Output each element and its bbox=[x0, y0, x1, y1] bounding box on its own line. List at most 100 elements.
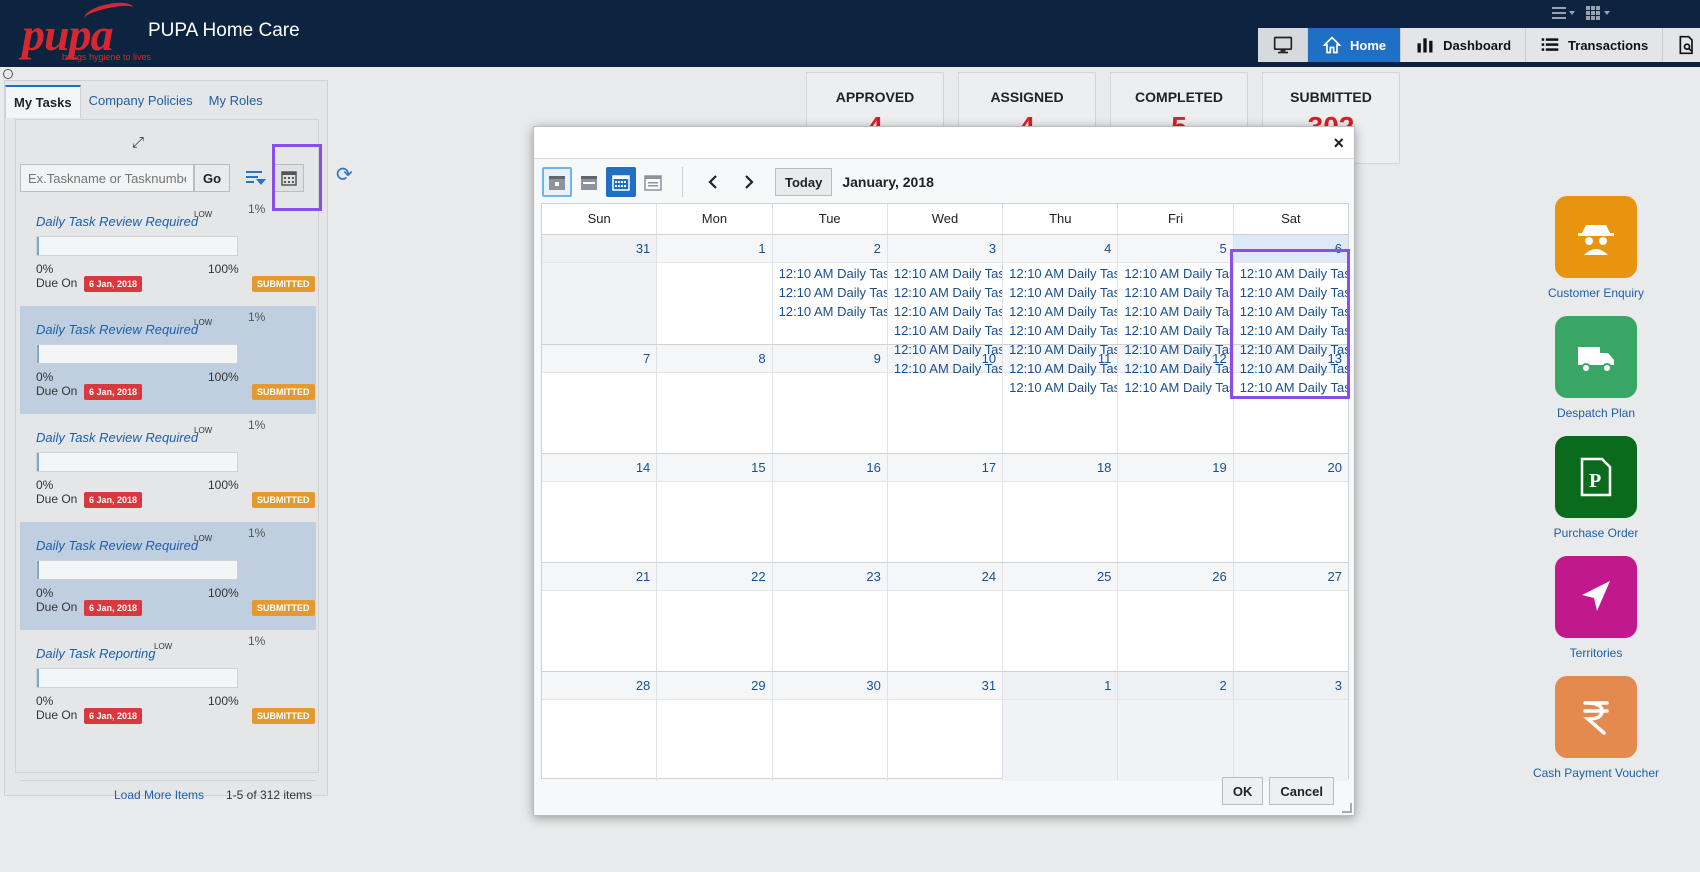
next-month-button[interactable] bbox=[731, 167, 767, 197]
calendar-day-cell[interactable]: 17 bbox=[887, 454, 1004, 562]
calendar-day-cell[interactable]: 15 bbox=[657, 454, 773, 562]
task-title-link[interactable]: Daily Task Reporting bbox=[36, 646, 155, 661]
day-number-link[interactable]: 15 bbox=[657, 454, 772, 482]
calendar-day-cell[interactable]: 30 bbox=[772, 672, 888, 781]
calendar-event[interactable]: 12:10 AM Daily Task bbox=[888, 359, 1002, 378]
nav-reports-button[interactable]: R bbox=[1663, 28, 1700, 62]
day-number-link[interactable]: 2 bbox=[1118, 672, 1233, 700]
calendar-day-cell[interactable]: 2 bbox=[1118, 672, 1234, 781]
calendar-day-cell[interactable]: 21 bbox=[542, 563, 658, 671]
calendar-day-cell[interactable]: 19 bbox=[1118, 454, 1234, 562]
calendar-day-cell[interactable]: 8 bbox=[657, 345, 773, 453]
calendar-event[interactable]: 12:10 AM Daily Task bbox=[1118, 264, 1232, 283]
day-number-link[interactable]: 16 bbox=[772, 454, 887, 482]
day-number-link[interactable]: 8 bbox=[657, 345, 772, 373]
calendar-day-cell[interactable]: 3 bbox=[1233, 672, 1348, 781]
task-title-link[interactable]: Daily Task Review Required bbox=[36, 430, 198, 445]
calendar-day-cell[interactable]: 25 bbox=[1003, 563, 1119, 671]
filter-list-icon[interactable] bbox=[246, 170, 266, 188]
day-number-link[interactable]: 3 bbox=[887, 235, 1003, 263]
calendar-event[interactable]: 12:10 AM Daily Task bbox=[1118, 378, 1232, 397]
month-view-button[interactable] bbox=[606, 167, 636, 197]
day-number-link[interactable]: 5 bbox=[1118, 235, 1233, 263]
calendar-event[interactable]: 12:10 AM Daily Task bbox=[773, 264, 887, 283]
day-number-link[interactable]: 19 bbox=[1118, 454, 1233, 482]
day-number-link[interactable]: 14 bbox=[542, 454, 657, 482]
quick-link-despatch-plan[interactable]: Despatch Plan bbox=[1516, 316, 1676, 420]
day-number-link[interactable]: 29 bbox=[657, 672, 772, 700]
calendar-event[interactable]: 12:10 AM Daily Task bbox=[888, 264, 1002, 283]
calendar-event[interactable]: 12:10 AM Daily Task bbox=[888, 283, 1002, 302]
calendar-day-cell[interactable]: 9 bbox=[772, 345, 888, 453]
refresh-icon[interactable]: ⟳ bbox=[336, 162, 353, 187]
day-number-link[interactable]: 31 bbox=[542, 235, 657, 263]
load-more-link[interactable]: Load More Items bbox=[114, 788, 204, 802]
calendar-event[interactable]: 12:10 AM Daily Task bbox=[888, 340, 1002, 359]
calendar-day-cell[interactable]: 1 bbox=[1003, 672, 1119, 781]
day-number-link[interactable]: 20 bbox=[1233, 454, 1348, 482]
calendar-day-cell[interactable]: 31 bbox=[887, 672, 1004, 781]
calendar-day-cell[interactable]: 3 12:10 AM Daily Task 12:10 AM Daily Task 1… bbox=[887, 235, 1004, 376]
day-number-link[interactable]: 9 bbox=[772, 345, 887, 373]
calendar-event[interactable]: 12:10 AM Daily Task bbox=[1003, 302, 1117, 321]
task-title-link[interactable]: Daily Task Review Required bbox=[36, 322, 198, 337]
pupa-logo[interactable]: pupa brings hygiene to lives bbox=[22, 0, 151, 62]
day-number-link[interactable]: 2 bbox=[772, 235, 887, 263]
rupee-icon[interactable] bbox=[1555, 676, 1637, 758]
quick-link-customer-enquiry[interactable]: Customer Enquiry bbox=[1516, 196, 1676, 300]
expand-icon[interactable]: ⤢ bbox=[132, 134, 144, 151]
calendar-day-cell[interactable]: 18 bbox=[1003, 454, 1119, 562]
day-view-button[interactable] bbox=[542, 167, 572, 197]
day-number-link[interactable]: 7 bbox=[542, 345, 657, 373]
quick-link-territories[interactable]: Territories bbox=[1516, 556, 1676, 660]
day-number-link[interactable]: 23 bbox=[772, 563, 887, 591]
calendar-day-cell[interactable]: 28 bbox=[542, 672, 658, 781]
calendar-day-cell[interactable]: 31 bbox=[542, 235, 658, 344]
ok-button[interactable]: OK bbox=[1221, 777, 1264, 805]
list-view-button[interactable] bbox=[638, 167, 668, 197]
p-document-icon[interactable]: P bbox=[1555, 436, 1637, 518]
day-number-link[interactable]: 21 bbox=[542, 563, 657, 591]
quick-link-label[interactable]: Purchase Order bbox=[1516, 526, 1676, 540]
task-title-link[interactable]: Daily Task Review Required bbox=[36, 538, 198, 553]
grid-view-menu-icon[interactable] bbox=[1586, 6, 1612, 23]
day-number-link[interactable]: 22 bbox=[657, 563, 772, 591]
go-button[interactable]: Go bbox=[194, 164, 230, 192]
truck-icon[interactable] bbox=[1555, 316, 1637, 398]
calendar-event[interactable]: 12:10 AM Daily Task bbox=[1118, 321, 1232, 340]
quick-link-label[interactable]: Territories bbox=[1516, 646, 1676, 660]
prev-month-button[interactable] bbox=[695, 167, 731, 197]
task-item[interactable]: 1% Daily Task Review Required LOW 0% 100% Due… bbox=[20, 414, 316, 522]
task-item[interactable]: 1% Daily Task Review Required LOW 0% 100% Due… bbox=[20, 198, 316, 306]
task-title-link[interactable]: Daily Task Review Required bbox=[36, 214, 198, 229]
quick-link-label[interactable]: Cash Payment Voucher bbox=[1516, 766, 1676, 780]
nav-home-button[interactable]: Home bbox=[1308, 28, 1402, 62]
quick-link-label[interactable]: Despatch Plan bbox=[1516, 406, 1676, 420]
day-number-link[interactable]: 27 bbox=[1233, 563, 1348, 591]
calendar-event[interactable]: 12:10 AM Daily Task bbox=[1003, 359, 1117, 378]
calendar-event[interactable]: 12:10 AM Daily Task bbox=[1118, 302, 1232, 321]
navigation-arrow-icon[interactable] bbox=[1555, 556, 1637, 638]
calendar-day-cell[interactable]: 1 bbox=[657, 235, 773, 344]
quick-link-label[interactable]: Customer Enquiry bbox=[1516, 286, 1676, 300]
list-view-menu-icon[interactable] bbox=[1552, 6, 1576, 23]
task-item[interactable]: 1% Daily Task Review Required LOW 0% 100% Due… bbox=[20, 522, 316, 630]
calendar-day-cell[interactable]: 27 bbox=[1233, 563, 1348, 671]
calendar-day-cell[interactable]: 14 bbox=[542, 454, 658, 562]
calendar-day-cell[interactable]: 22 bbox=[657, 563, 773, 671]
calendar-event[interactable]: 12:10 AM Daily Task bbox=[1118, 283, 1232, 302]
calendar-event[interactable]: 12:10 AM Daily Task bbox=[1118, 359, 1232, 378]
calendar-day-cell[interactable]: 24 bbox=[887, 563, 1004, 671]
day-number-link[interactable]: 4 bbox=[1003, 235, 1118, 263]
calendar-event[interactable]: 12:10 AM Daily Task bbox=[1003, 264, 1117, 283]
calendar-day-cell[interactable]: 26 bbox=[1118, 563, 1234, 671]
quick-link-cash-payment-voucher[interactable]: Cash Payment Voucher bbox=[1516, 676, 1676, 780]
day-number-link[interactable]: 18 bbox=[1003, 454, 1118, 482]
task-search-input[interactable] bbox=[20, 164, 194, 192]
calendar-day-cell[interactable]: 2 12:10 AM Daily Task 12:10 AM Daily Task 1… bbox=[772, 235, 888, 344]
day-number-link[interactable]: 3 bbox=[1233, 672, 1348, 700]
calendar-event[interactable]: 12:10 AM Daily Task bbox=[888, 302, 1002, 321]
calendar-event[interactable]: 12:10 AM Daily Task bbox=[773, 283, 887, 302]
calendar-day-cell[interactable]: 16 bbox=[772, 454, 888, 562]
calendar-event[interactable]: 12:10 AM Daily Task bbox=[1003, 321, 1117, 340]
